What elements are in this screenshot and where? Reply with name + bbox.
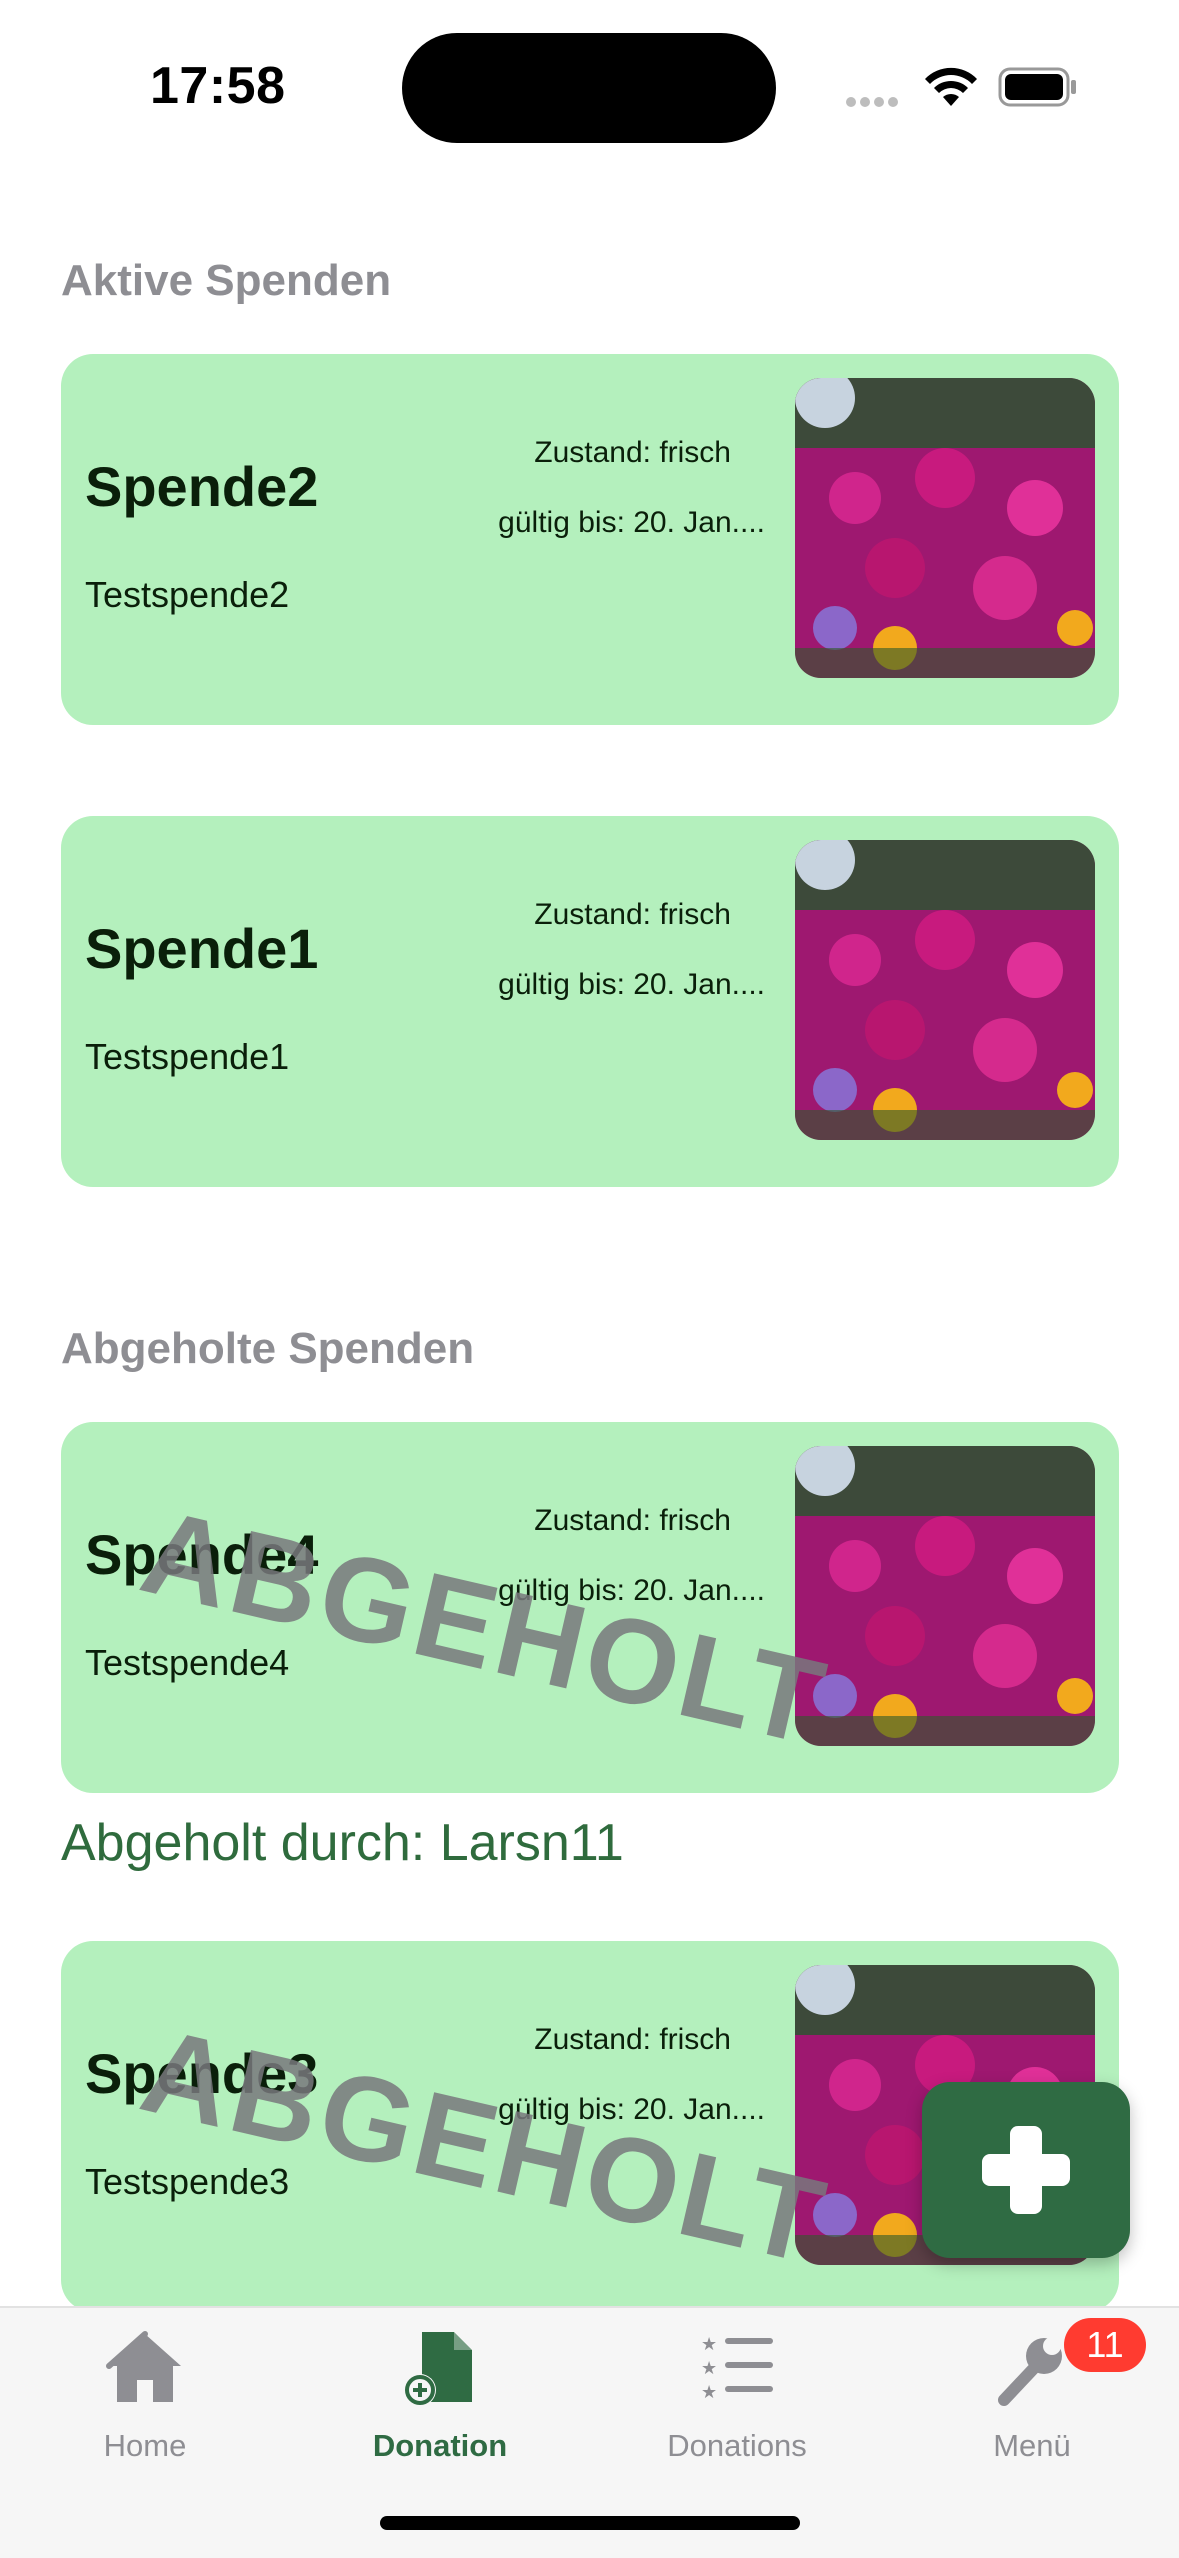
section-header-active: Aktive Spenden [61, 256, 392, 305]
house-icon [106, 2331, 181, 2402]
list-icon: ★ ★ ★ [701, 2334, 773, 2403]
card-state: Zustand: frisch [534, 436, 731, 469]
picked-up-by-label: Abgeholt durch: Larsn11 [61, 1814, 624, 1872]
wrench-icon [998, 2337, 1062, 2406]
card-state: Zustand: frisch [534, 898, 731, 931]
add-donation-button[interactable] [922, 2082, 1130, 2258]
svg-text:★: ★ [701, 2334, 717, 2355]
donation-image [795, 840, 1095, 1140]
battery-icon [998, 67, 1076, 107]
donation-card[interactable]: Spende2 Testspende2 Zustand: frisch gült… [61, 354, 1119, 725]
notification-badge: 11 [1064, 2318, 1146, 2372]
donation-card-picked-up[interactable]: Spende4 Testspende4 Zustand: frisch gült… [61, 1422, 1119, 1793]
tab-donations[interactable]: ★ ★ ★ Donations [617, 2328, 857, 2468]
picked-up-stamp: ABGEHOLT [130, 1483, 840, 1772]
svg-text:★: ★ [701, 2382, 717, 2403]
tab-home[interactable]: Home [25, 2328, 265, 2468]
card-description: Testspende1 [85, 1036, 290, 1077]
plus-icon [982, 2126, 1070, 2214]
section-header-picked-up: Abgeholte Spenden [61, 1324, 475, 1373]
card-title: Spende2 [85, 455, 319, 518]
donation-card[interactable]: Spende1 Testspende1 Zustand: frisch gült… [61, 816, 1119, 1187]
document-add-icon [404, 2332, 472, 2406]
svg-text:★: ★ [701, 2358, 717, 2379]
card-valid-until: gültig bis: 20. Jan.... [498, 968, 765, 1001]
picked-up-stamp: ABGEHOLT [130, 2002, 840, 2291]
tab-label: Donation [372, 2428, 508, 2463]
tab-label: Donations [667, 2428, 807, 2463]
home-indicator [380, 2516, 800, 2530]
card-state: Zustand: frisch [534, 2023, 731, 2056]
wifi-icon [925, 67, 977, 106]
card-description: Testspende2 [85, 574, 290, 615]
tab-label: Home [103, 2428, 187, 2463]
card-description: Testspende3 [85, 2161, 290, 2202]
card-description: Testspende4 [85, 1642, 290, 1683]
tab-donation[interactable]: Donation [320, 2328, 560, 2468]
status-time: 17:58 [150, 57, 286, 115]
donation-image [795, 1446, 1095, 1746]
card-title: Spende1 [85, 917, 319, 980]
cellular-signal-icon [846, 94, 902, 112]
dynamic-island [402, 33, 776, 143]
tab-label: Menü [993, 2428, 1071, 2463]
card-state: Zustand: frisch [534, 1504, 731, 1537]
card-valid-until: gültig bis: 20. Jan.... [498, 506, 765, 539]
donation-image [795, 378, 1095, 678]
